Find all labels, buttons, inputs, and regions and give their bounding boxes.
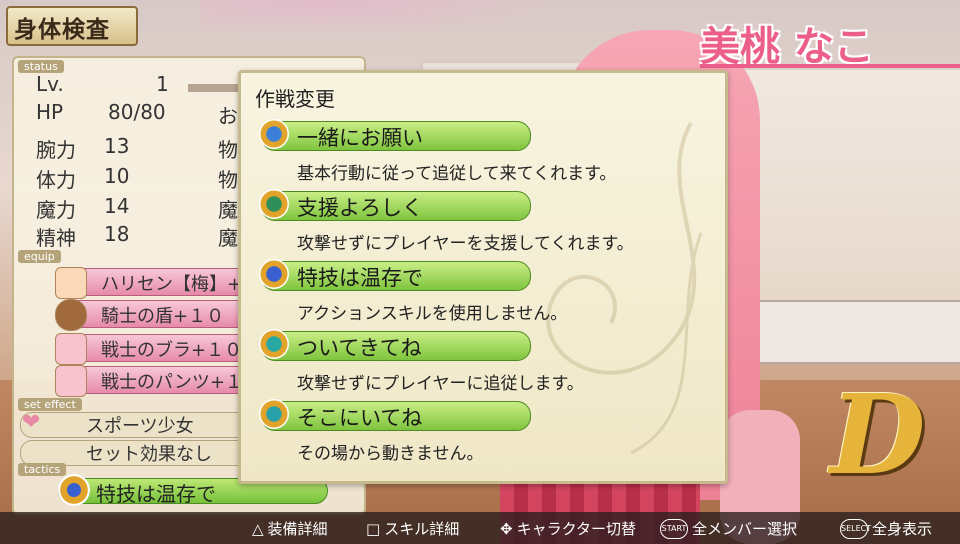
tactic-option-label: 一緒にお願い — [297, 126, 423, 150]
follow-player-icon — [259, 329, 289, 359]
heart-icon: ❤ — [22, 410, 41, 435]
follow-icon — [259, 119, 289, 149]
equip-item-name: 騎士の盾+１０ — [101, 306, 225, 327]
lv-value: 1 — [156, 72, 169, 96]
set-effect-name: スポーツ少女 — [86, 416, 194, 437]
hp-side-label: お — [218, 104, 238, 128]
tactics-change-dialog: 作戦変更 一緒にお願い 基本行動に従って追従して来てくれます。 支援よろしく 攻… — [238, 70, 728, 484]
set-effect-desc: セット効果なし — [86, 444, 212, 465]
hp-label: HP — [36, 100, 64, 124]
paper-fan-icon — [55, 267, 87, 299]
tactic-option-label: 特技は温存で — [297, 266, 423, 290]
cherry-blossom-branch — [200, 0, 600, 40]
lv-label: Lv. — [36, 72, 64, 96]
tactic-option-desc: その場から動きません。 — [297, 444, 484, 464]
tactics-current: 特技は温存で — [96, 482, 216, 506]
stat-label: 魔力 — [36, 198, 76, 222]
equip-item-name: 戦士のブラ+１０ — [101, 340, 243, 361]
hint-select-all[interactable]: START 全メンバー選択 — [660, 518, 797, 539]
stat-label: 精神 — [36, 226, 76, 250]
no-skill-icon — [259, 259, 289, 289]
stat-side-label: 物 — [218, 168, 238, 192]
hint-equip-detail[interactable]: △ 装備詳細 — [252, 518, 328, 539]
tactic-option-label: 支援よろしく — [297, 196, 423, 220]
tactic-option-desc: 攻撃せずにプレイヤーを支援してくれます。 — [297, 234, 634, 254]
bra-icon — [55, 333, 87, 365]
hint-label: 全身表示 — [872, 520, 933, 538]
grade-letter: D — [830, 370, 926, 499]
start-button-icon: START — [660, 518, 688, 539]
stat-label: 腕力 — [36, 138, 76, 162]
support-icon — [259, 189, 289, 219]
stat-side-label: 物 — [218, 138, 238, 162]
hp-value: 80/80 — [108, 100, 166, 124]
stat-value: 18 — [104, 222, 130, 246]
stat-value: 10 — [104, 164, 130, 188]
stat-side-label: 魔 — [218, 198, 238, 222]
square-button-icon: □ — [366, 519, 381, 538]
equip-item-name: 戦士のパンツ+１ — [101, 372, 243, 393]
tactic-option-desc: 攻撃せずにプレイヤーに追従します。 — [297, 374, 584, 394]
pants-icon — [55, 365, 87, 397]
dpad-icon: ✥ — [500, 519, 513, 538]
hint-switch-character[interactable]: ✥ キャラクター切替 — [500, 518, 636, 539]
equip-item-name: ハリセン【梅】+ — [101, 274, 243, 295]
hint-skill-detail[interactable]: □ スキル詳細 — [366, 518, 459, 539]
shield-icon — [55, 299, 87, 331]
tactic-option-desc: 基本行動に従って追従して来てくれます。 — [297, 164, 617, 184]
tactic-option-label: ついてきてね — [297, 336, 422, 360]
tactics-section-label: tactics — [18, 463, 67, 476]
tactic-option-desc: アクションスキルを使用しません。 — [297, 304, 568, 324]
stat-side-label: 魔 — [218, 226, 238, 250]
name-underline — [700, 64, 960, 68]
dialog-title: 作戦変更 — [255, 87, 335, 111]
stat-value: 13 — [104, 134, 130, 158]
stay-icon — [259, 399, 289, 429]
hint-full-body[interactable]: SELECT 全身表示 — [840, 518, 932, 539]
select-button-icon: SELECT — [840, 518, 871, 539]
hint-label: 装備詳細 — [267, 520, 328, 538]
stat-label: 体力 — [36, 168, 76, 192]
hint-label: キャラクター切替 — [516, 520, 636, 538]
equip-section-label: equip — [18, 250, 61, 263]
hint-label: 全メンバー選択 — [692, 520, 798, 538]
no-skill-icon — [58, 474, 90, 506]
tactic-option-label: そこにいてね — [297, 406, 423, 430]
hint-label: スキル詳細 — [384, 520, 460, 538]
triangle-button-icon: △ — [252, 519, 264, 538]
stat-value: 14 — [104, 194, 130, 218]
button-hint-bar: △ 装備詳細 □ スキル詳細 ✥ キャラクター切替 START 全メンバー選択 … — [0, 512, 960, 544]
screen-title: 身体検査 — [14, 17, 110, 43]
